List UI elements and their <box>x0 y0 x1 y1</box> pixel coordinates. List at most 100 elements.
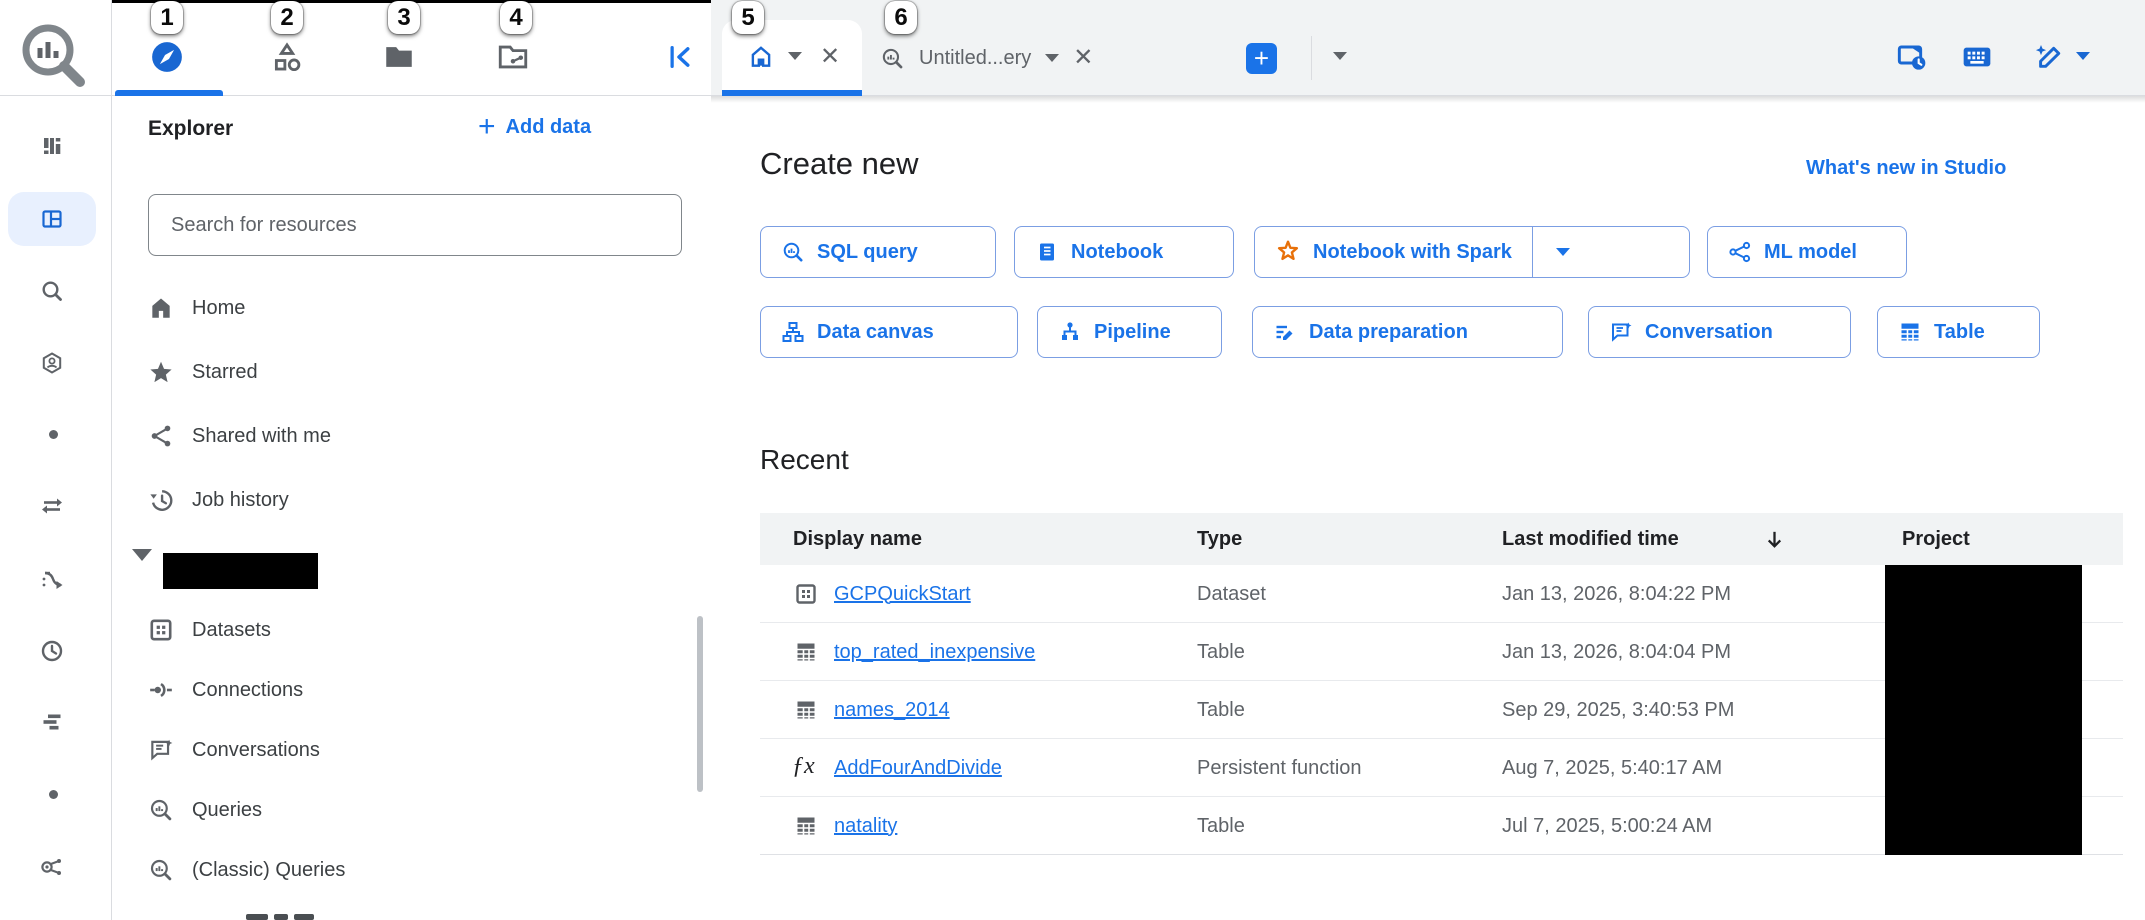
notebook-button[interactable]: Notebook <box>1014 226 1234 278</box>
dot-icon[interactable] <box>49 430 58 439</box>
home-tab-menu-caret-icon[interactable] <box>788 52 802 60</box>
notebook-with-spark-button[interactable]: Notebook with Spark <box>1255 227 1532 277</box>
button-label: Data canvas <box>817 321 934 344</box>
table-icon <box>794 698 818 722</box>
keyboard-icon[interactable] <box>1961 41 1993 73</box>
studio-boards-icon[interactable] <box>40 134 64 158</box>
tab-list-caret-icon[interactable] <box>1333 52 1347 60</box>
tab-menu-caret-icon[interactable] <box>1045 54 1059 62</box>
callout-badge-2: 2 <box>271 1 303 34</box>
panel-layout-icon[interactable] <box>40 207 64 231</box>
gemini-menu-caret-icon[interactable] <box>2076 52 2090 60</box>
explorer-item-conversations[interactable]: Conversations <box>148 727 320 773</box>
data-preparation-button[interactable]: Data preparation <box>1252 306 1563 358</box>
explorer-item-shared-with-me[interactable]: Shared with me <box>148 413 331 459</box>
explorer-item-label: Conversations <box>192 739 320 762</box>
explorer-search-input[interactable] <box>148 194 682 256</box>
explorer-item-queries[interactable]: Queries <box>148 787 262 833</box>
explorer-compass-tab-icon[interactable] <box>150 40 184 74</box>
folder-tab-icon[interactable] <box>382 40 416 74</box>
folder-pipeline-tab-icon[interactable] <box>496 40 530 74</box>
notebook-with-spark-dropdown[interactable] <box>1532 227 1594 277</box>
pipeline-button[interactable]: Pipeline <box>1037 306 1222 358</box>
history-clock-icon[interactable] <box>40 639 64 663</box>
explorer-item-job-history[interactable]: Job history <box>148 477 289 523</box>
tab-close-icon[interactable]: ✕ <box>1073 46 1093 70</box>
search-icon[interactable] <box>40 279 64 303</box>
conversation-icon <box>1609 320 1633 344</box>
create-new-heading: Create new <box>760 146 919 182</box>
table-button[interactable]: Table <box>1877 306 2040 358</box>
column-header-last-modified[interactable]: Last modified time <box>1502 513 1679 565</box>
explorer-item-starred[interactable]: Starred <box>148 349 258 395</box>
plus-icon: + <box>478 114 496 140</box>
recent-item-link[interactable]: top_rated_inexpensive <box>834 641 1035 664</box>
explorer-panel: Explorer + Add data Home Starred Shared … <box>112 0 711 920</box>
button-label: Data preparation <box>1309 321 1468 344</box>
data-preparation-icon <box>1273 320 1297 344</box>
connection-icon <box>148 677 174 703</box>
recent-item-link[interactable]: AddFourAndDivide <box>834 757 1002 780</box>
tab-bar-divider <box>1311 36 1312 80</box>
conversation-button[interactable]: Conversation <box>1588 306 1851 358</box>
column-header-display-name[interactable]: Display name <box>793 513 922 565</box>
collapse-panel-icon[interactable] <box>664 42 694 72</box>
ml-model-button[interactable]: ML model <box>1707 226 1907 278</box>
callout-badge-4: 4 <box>500 1 532 34</box>
recent-tabs-icon[interactable] <box>1896 41 1928 73</box>
explorer-item-label: Shared with me <box>192 425 331 448</box>
dataset-icon <box>794 582 818 606</box>
recent-item-link[interactable]: GCPQuickStart <box>834 583 971 606</box>
sql-query-button[interactable]: SQL query <box>760 226 996 278</box>
recent-item-modified: Sep 29, 2025, 3:40:53 PM <box>1502 681 1734 739</box>
bigquery-icon <box>880 46 905 71</box>
tab-title: Untitled...ery <box>919 47 1031 70</box>
conversation-icon <box>148 737 174 763</box>
whats-new-link[interactable]: What's new in Studio <box>1806 157 2006 180</box>
redacted-project-name[interactable] <box>163 553 318 589</box>
button-label: Table <box>1934 321 1985 344</box>
recent-item-modified: Aug 7, 2025, 5:40:17 AM <box>1502 739 1722 797</box>
callout-badge-1: 1 <box>151 1 183 34</box>
lineage-icon[interactable] <box>40 855 64 879</box>
add-data-button[interactable]: + Add data <box>478 114 591 140</box>
untitled-query-tab[interactable]: Untitled...ery ✕ <box>880 20 1180 96</box>
add-data-label: Add data <box>506 116 592 139</box>
recent-item-type: Dataset <box>1197 565 1266 623</box>
sort-descending-arrow-icon[interactable] <box>1763 528 1786 551</box>
bigquery-logo-icon[interactable] <box>18 20 88 90</box>
recent-item-type: Table <box>1197 797 1245 855</box>
recent-item-modified: Jan 13, 2026, 8:04:04 PM <box>1502 623 1731 681</box>
explorer-item-label: Job history <box>192 489 289 512</box>
column-header-type[interactable]: Type <box>1197 513 1242 565</box>
dot-icon[interactable] <box>49 790 58 799</box>
home-tab-icon[interactable] <box>748 44 774 70</box>
gemini-pen-icon[interactable] <box>2033 41 2065 73</box>
explorer-item-classic-queries[interactable]: (Classic) Queries <box>148 847 345 893</box>
recent-item-link[interactable]: natality <box>834 815 897 838</box>
resources-shapes-tab-icon[interactable] <box>270 40 304 74</box>
table-icon <box>1898 320 1922 344</box>
spark-star-icon <box>1275 239 1301 265</box>
new-tab-button[interactable]: + <box>1246 43 1277 74</box>
table-icon <box>794 814 818 838</box>
governance-icon[interactable] <box>40 351 64 375</box>
capacity-icon[interactable] <box>40 710 64 734</box>
button-label: SQL query <box>817 241 918 264</box>
explorer-title: Explorer <box>148 117 233 141</box>
transfers-icon[interactable] <box>40 494 64 518</box>
explorer-item-home[interactable]: Home <box>148 285 245 331</box>
explorer-item-label: (Classic) Queries <box>192 859 345 882</box>
data-canvas-button[interactable]: Data canvas <box>760 306 1018 358</box>
recent-item-link[interactable]: names_2014 <box>834 699 950 722</box>
explorer-item-connections[interactable]: Connections <box>148 667 303 713</box>
scheduling-icon[interactable] <box>40 567 64 591</box>
project-expand-caret-icon[interactable] <box>132 549 152 561</box>
column-header-project[interactable]: Project <box>1902 513 1970 565</box>
explorer-item-label: Starred <box>192 361 258 384</box>
home-tab-close-icon[interactable]: ✕ <box>820 45 840 69</box>
notebook-icon <box>1035 240 1059 264</box>
explorer-scrollbar[interactable] <box>697 616 703 792</box>
explorer-item-datasets[interactable]: Datasets <box>148 607 271 653</box>
active-tab-underline <box>115 90 223 96</box>
